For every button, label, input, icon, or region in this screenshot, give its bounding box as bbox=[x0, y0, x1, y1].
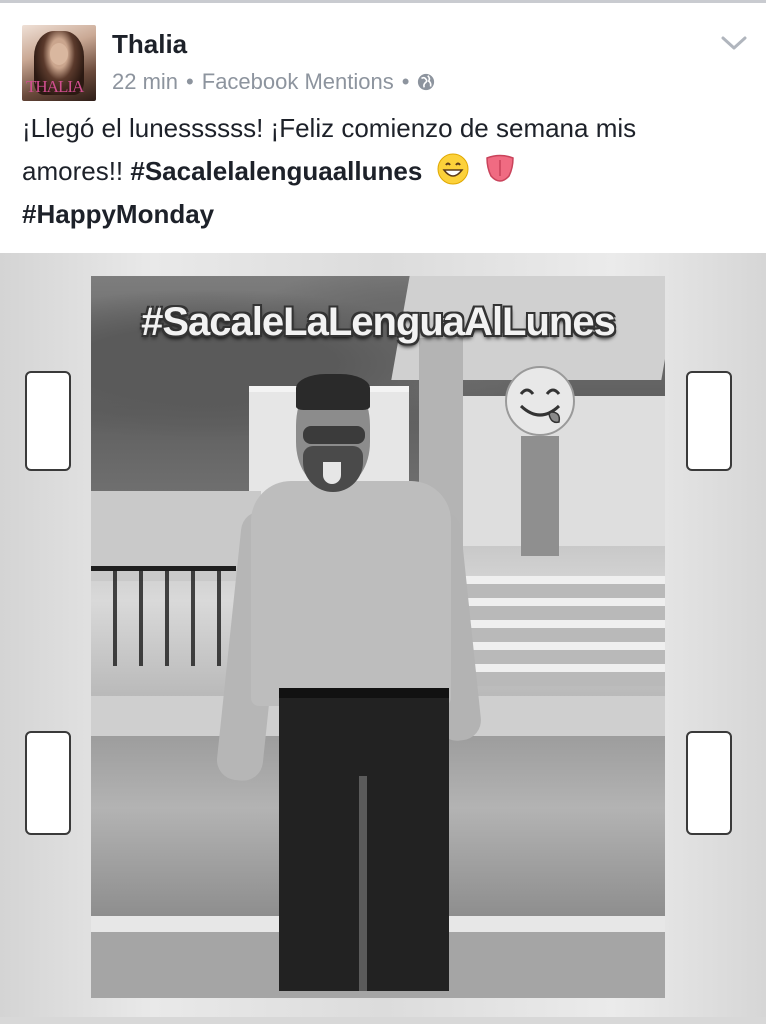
person-sunglasses bbox=[303, 426, 365, 444]
photo-scene: #SacaleLaLenguaAlLunes bbox=[91, 276, 665, 998]
post-meta: 22 min • Facebook Mentions • bbox=[112, 69, 435, 95]
person-shirt bbox=[251, 481, 451, 706]
avatar-face bbox=[50, 43, 68, 65]
post-text-line1: ¡Llegó el lunessssss! ¡Feliz comienzo de… bbox=[22, 113, 637, 143]
globe-icon bbox=[418, 73, 435, 91]
meta-separator: • bbox=[186, 69, 194, 94]
post-time[interactable]: 22 min bbox=[112, 69, 178, 95]
post-header: THALIA Thalia 22 min • Facebook Mentions… bbox=[0, 3, 766, 253]
grinning-face-emoji bbox=[437, 153, 469, 185]
hashtag-link[interactable]: #Sacalelalenguaallunes bbox=[130, 156, 422, 186]
film-hole bbox=[25, 731, 71, 835]
tongue-emoji bbox=[486, 154, 514, 182]
meta-separator: • bbox=[401, 69, 410, 94]
face-savoring-food-emoji bbox=[505, 366, 575, 436]
author-name[interactable]: Thalia bbox=[112, 29, 187, 60]
post-text-line2: amores!! #Sacalelalenguaallunes bbox=[22, 150, 752, 193]
scene-pillar bbox=[521, 436, 559, 556]
person-pants-gap bbox=[359, 776, 367, 991]
scene-steps bbox=[461, 576, 665, 686]
post-text-amores: amores!! bbox=[22, 156, 131, 186]
hashtag-link[interactable]: #HappyMonday bbox=[22, 193, 752, 236]
film-hole bbox=[25, 371, 71, 471]
chevron-down-icon[interactable] bbox=[720, 33, 748, 53]
avatar-logo-text: THALIA bbox=[26, 77, 84, 96]
film-hole bbox=[686, 731, 732, 835]
post-text: ¡Llegó el lunessssss! ¡Feliz comienzo de… bbox=[22, 107, 752, 236]
person-tongue bbox=[323, 462, 341, 484]
avatar[interactable]: THALIA bbox=[22, 25, 96, 101]
scene-railing-top bbox=[91, 566, 236, 571]
person-belt bbox=[279, 688, 449, 698]
photo-overlay-hashtag: #SacaleLaLenguaAlLunes bbox=[141, 300, 616, 344]
scene-railing bbox=[91, 566, 231, 666]
photo-bottom-border bbox=[0, 1017, 766, 1024]
film-hole bbox=[686, 371, 732, 471]
person-hair bbox=[296, 374, 370, 410]
post-source[interactable]: Facebook Mentions bbox=[202, 69, 394, 95]
post-photo[interactable]: #SacaleLaLenguaAlLunes bbox=[0, 253, 766, 1017]
